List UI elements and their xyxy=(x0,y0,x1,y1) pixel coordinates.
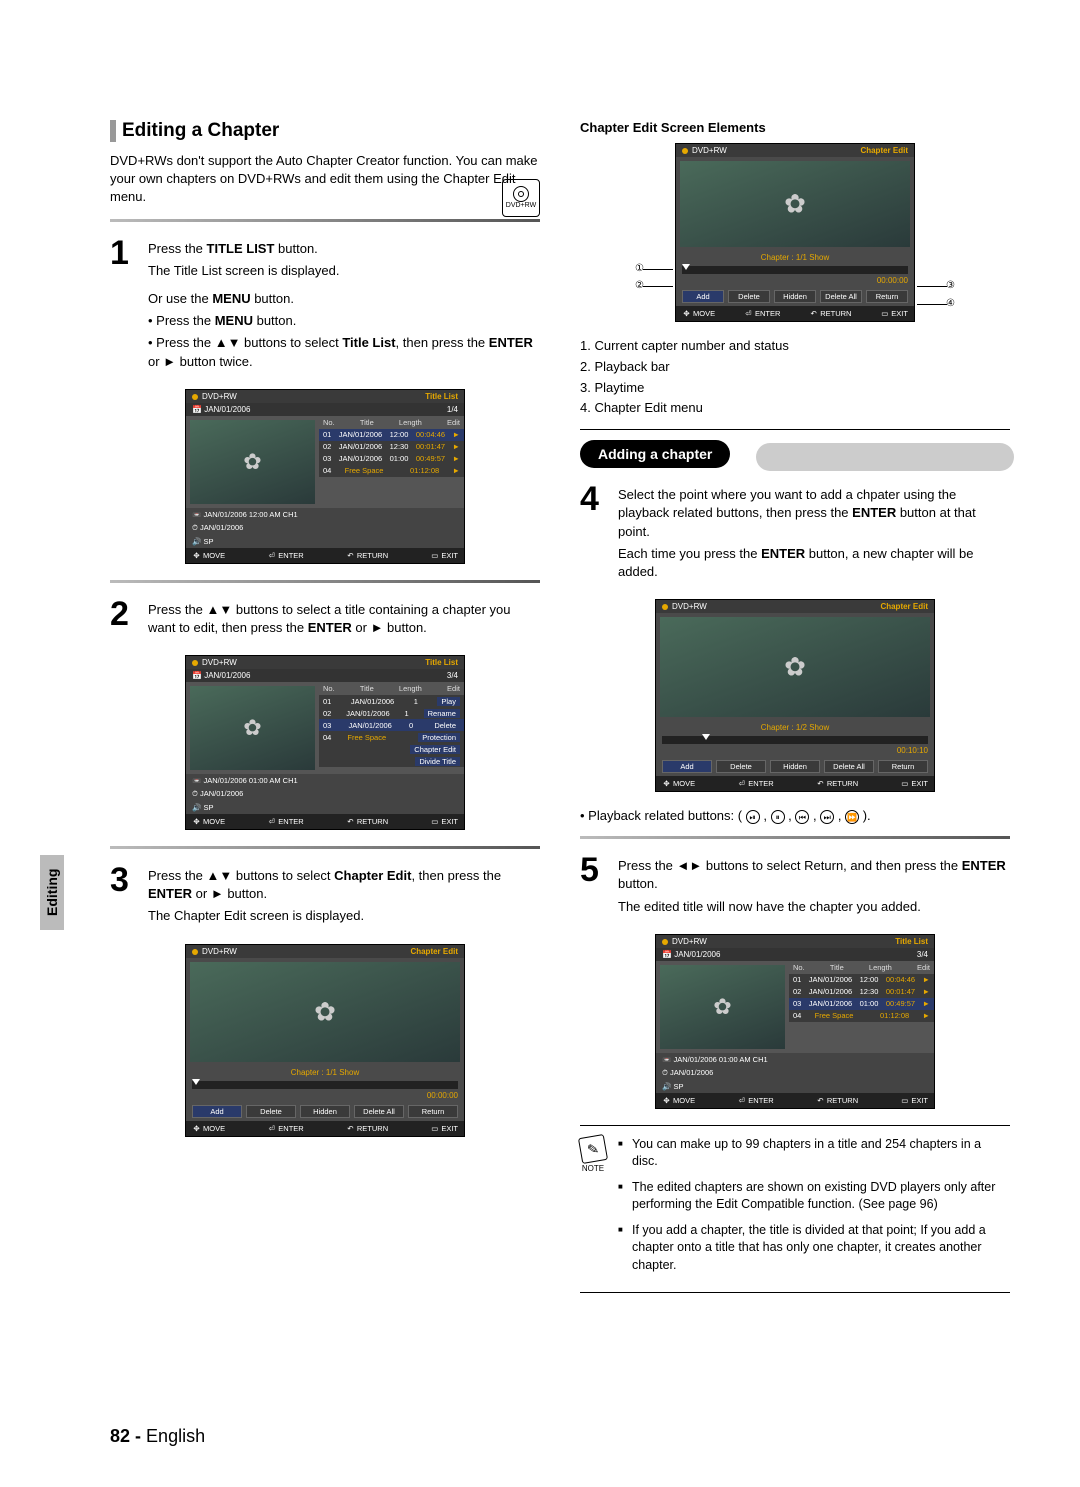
note-label: NOTE xyxy=(580,1164,606,1173)
skip-forward-icon: ⏭ xyxy=(820,810,834,824)
page-footer: 82 - English xyxy=(110,1426,205,1447)
step-number: 2 xyxy=(110,597,138,641)
step-number: 4 xyxy=(580,482,608,585)
left-column: Editing a Chapter DVD+RWs don't support … xyxy=(110,120,540,1303)
step-4: 4 Select the point where you want to add… xyxy=(580,482,1010,585)
divider xyxy=(580,429,1010,430)
step-5: 5 Press the ◄► buttons to select Return,… xyxy=(580,853,1010,920)
screenshot-title-list-3: DVD+RWTitle List 📅 JAN/01/20063/4 No.Tit… xyxy=(655,934,935,1109)
note-item: If you add a chapter, the title is divid… xyxy=(618,1222,1010,1275)
divider xyxy=(110,219,540,222)
section-title: Editing a Chapter xyxy=(110,120,540,142)
step-number: 5 xyxy=(580,853,608,920)
divider xyxy=(110,846,540,849)
step-number: 3 xyxy=(110,863,138,930)
play-pause-icon: ⏯ xyxy=(746,810,760,824)
screenshot-title-list-1: DVD+RWTitle List 📅 JAN/01/20061/4 No.Tit… xyxy=(185,389,465,564)
step-3: 3 Press the ▲▼ buttons to select Chapter… xyxy=(110,863,540,930)
chapter-edit-callout-figure: ① ② ③ ④ DVD+RWChapter Edit Chapter : 1/1… xyxy=(635,143,955,322)
skip-back-icon: ⏮ xyxy=(795,810,809,824)
note-item: The edited chapters are shown on existin… xyxy=(618,1179,1010,1214)
screenshot-chapter-edit-1: DVD+RWChapter Edit Chapter : 1/1 Show 00… xyxy=(185,944,465,1137)
step-1: 1 Press the TITLE LIST button. The Title… xyxy=(110,236,540,375)
step-number: 1 xyxy=(110,236,138,375)
side-tab-editing: Editing xyxy=(40,855,64,930)
adding-chapter-heading: Adding a chapter xyxy=(580,440,1010,468)
note-item: You can make up to 99 chapters in a titl… xyxy=(618,1136,1010,1171)
step-2: 2 Press the ▲▼ buttons to select a title… xyxy=(110,597,540,641)
elements-list: 1. Current capter number and status 2. P… xyxy=(580,336,1010,419)
divider xyxy=(580,1292,1010,1293)
pause-icon: ⏸ xyxy=(771,810,785,824)
note-icon: ✎ xyxy=(578,1134,608,1164)
divider xyxy=(580,1125,1010,1126)
intro-text: DVD+RWs don't support the Auto Chapter C… xyxy=(110,152,540,207)
note-section: ✎ NOTE You can make up to 99 chapters in… xyxy=(580,1136,1010,1283)
screenshot-title-list-2: DVD+RWTitle List 📅 JAN/01/20063/4 No.Tit… xyxy=(185,655,465,830)
screenshot-chapter-edit-2: DVD+RWChapter Edit Chapter : 1/2 Show 00… xyxy=(655,599,935,792)
playback-buttons-text: • Playback related buttons: ( ⏯ , ⏸ , ⏮ … xyxy=(580,808,1010,824)
chapter-edit-elements-heading: Chapter Edit Screen Elements xyxy=(580,120,1010,135)
right-column: Chapter Edit Screen Elements ① ② ③ ④ DVD… xyxy=(580,120,1010,1303)
disc-icon-label: DVD+RW xyxy=(506,202,536,209)
divider xyxy=(580,836,1010,839)
divider xyxy=(110,580,540,583)
fast-forward-icon: ⏩ xyxy=(845,810,859,824)
